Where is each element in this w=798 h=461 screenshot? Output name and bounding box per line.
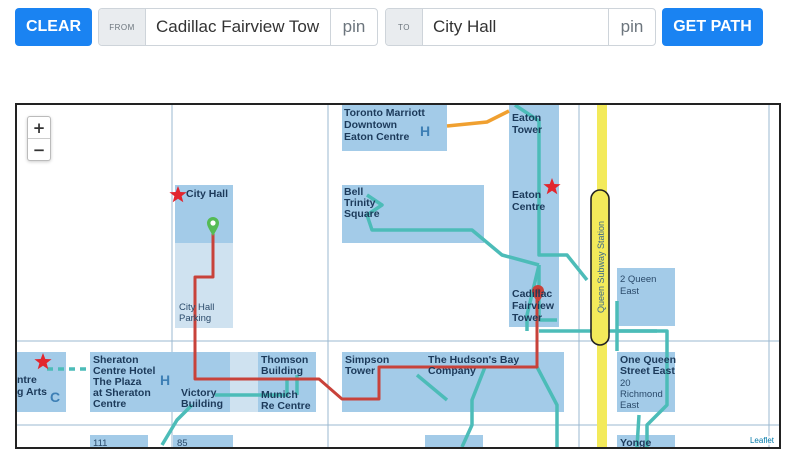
label-line: City Hall [186, 188, 228, 200]
label-line: Fairview [512, 300, 555, 312]
from-input-group: FROM pin [98, 8, 378, 46]
orange-path [446, 109, 510, 128]
to-input-group: TO pin [385, 8, 656, 46]
label-line: Yonge [620, 437, 651, 447]
label-line: Company [428, 365, 476, 377]
label-one-eleven: 111 [93, 438, 107, 447]
label-line: g Arts [17, 386, 47, 398]
map-attribution[interactable]: Leaflet [747, 436, 776, 445]
label-city-hall: City Hall [186, 188, 228, 200]
clear-button[interactable]: CLEAR [15, 8, 92, 46]
from-pin-button[interactable]: pin [330, 9, 377, 45]
label-line: Square [344, 208, 380, 220]
map-canvas[interactable]: Queen Subway Station H H C Toronto Marri… [17, 105, 779, 447]
label-line: City Hall [179, 302, 214, 313]
label-line: Toronto Marriott [344, 107, 425, 119]
label-line: Building [261, 365, 303, 377]
label-eaton-tower: Eaton Tower [512, 112, 542, 136]
label-line: East [620, 286, 639, 297]
label-line: 20 [620, 378, 631, 389]
label-yonge: Yonge [620, 437, 651, 447]
label-line: Richmond [620, 389, 663, 400]
to-input[interactable] [423, 9, 608, 45]
label-line: ntre [17, 374, 37, 386]
map[interactable]: Queen Subway Station H H C Toronto Marri… [15, 103, 781, 449]
zoom-in-button[interactable]: + [28, 117, 50, 138]
label-one-queen-east: One Queen Street East [620, 354, 676, 377]
label-line: Tower [345, 365, 375, 377]
to-pin-button[interactable]: pin [608, 9, 655, 45]
label-line: Eaton Centre [344, 131, 410, 143]
zoom-out-button[interactable]: − [28, 138, 50, 160]
hotel-icon: H [420, 123, 430, 139]
from-input[interactable] [146, 9, 330, 45]
to-label: TO [386, 9, 423, 45]
building-south-block[interactable] [425, 435, 483, 447]
get-path-button[interactable]: GET PATH [662, 8, 763, 46]
subway-station-label: Queen Subway Station [596, 221, 606, 313]
label-line: Centre [93, 398, 126, 410]
label-line: Building [181, 398, 223, 410]
label-eighty-five: 85 [177, 438, 188, 447]
building-thomson-annex[interactable] [230, 352, 258, 412]
label-line: Tower [512, 124, 542, 136]
label-line: Re Centre [261, 400, 311, 412]
label-line: Downtown [344, 119, 397, 131]
zoom-control: + − [27, 116, 51, 161]
label-eaton-centre: Eaton Centre [512, 189, 545, 213]
label-line: Eaton [512, 112, 541, 124]
label-line: Street East [620, 365, 675, 377]
label-line: Centre [512, 201, 545, 213]
label-line: 2 Queen [620, 274, 656, 285]
label-line: Cadillac [512, 288, 552, 300]
c-marker-icon: C [50, 389, 60, 405]
label-line: 111 [93, 438, 107, 447]
label-line: Eaton [512, 189, 541, 201]
label-line: 85 [177, 438, 188, 447]
label-line: Tower [512, 312, 542, 324]
hotel-icon: H [160, 372, 170, 388]
label-line: Parking [179, 313, 211, 324]
label-thomson: Thomson Building [261, 354, 308, 377]
label-city-hall-parking: City Hall Parking [179, 302, 214, 324]
from-label: FROM [99, 9, 146, 45]
label-line: East [620, 400, 639, 411]
